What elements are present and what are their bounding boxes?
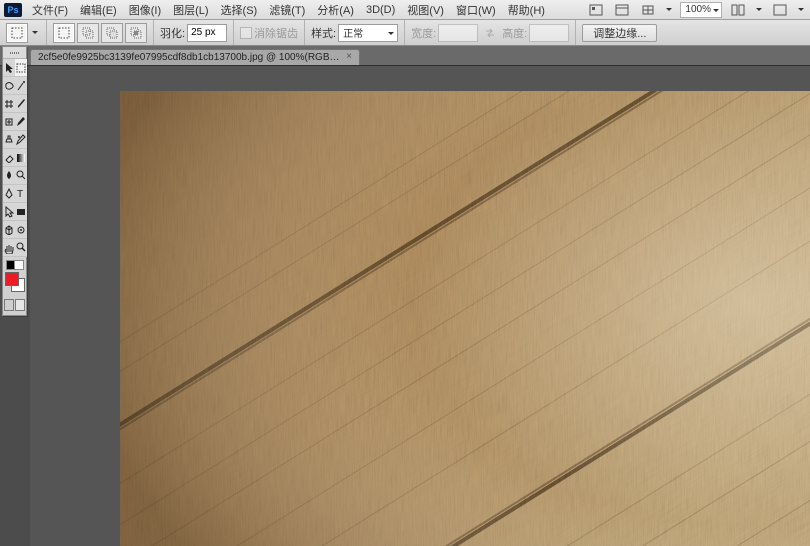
zoom-level-select[interactable]: 100% [680, 2, 722, 18]
quickmask-toggle[interactable] [3, 299, 26, 311]
spot-healing-tool[interactable] [3, 113, 15, 131]
menu-bar: Ps 文件(F) 编辑(E) 图像(I) 图层(L) 选择(S) 滤镜(T) 分… [0, 0, 810, 20]
color-swatches [3, 257, 26, 295]
dodge-tool[interactable] [15, 167, 27, 185]
arrange-documents-icon[interactable] [728, 2, 748, 18]
feather-input[interactable] [187, 24, 227, 42]
foreground-color-swatch[interactable] [5, 272, 19, 286]
rectangle-shape-tool[interactable] [15, 203, 27, 221]
app-logo: Ps [4, 3, 22, 17]
path-select-tool[interactable] [3, 203, 15, 221]
type-tool[interactable]: T [15, 185, 27, 203]
view-extras-icon[interactable] [638, 2, 658, 18]
menu-3d[interactable]: 3D(D) [364, 4, 397, 16]
screen-mode-menu[interactable] [796, 0, 806, 20]
intersect-selection-icon[interactable] [125, 23, 147, 43]
antialias-checkbox [240, 27, 252, 39]
default-colors-icon[interactable] [6, 260, 24, 270]
menu-filter[interactable]: 滤镜(T) [267, 2, 307, 18]
menu-layer[interactable]: 图层(L) [171, 2, 210, 18]
3d-object-tool[interactable] [3, 221, 15, 239]
crop-tool[interactable] [3, 95, 15, 113]
screen-mode-icon[interactable] [770, 2, 790, 18]
menu-file[interactable]: 文件(F) [30, 2, 70, 18]
menu-image[interactable]: 图像(I) [127, 2, 163, 18]
document-tab-title: 2cf5e0fe9925bc3139fe07995cdf8db1cb13700b… [38, 52, 353, 63]
tool-preset-menu[interactable] [30, 23, 40, 43]
eraser-tool[interactable] [3, 149, 15, 167]
clone-stamp-tool[interactable] [3, 131, 15, 149]
marquee-tool[interactable] [15, 59, 27, 77]
tool-grid: T [3, 59, 26, 257]
menu-view[interactable]: 视图(V) [405, 2, 446, 18]
menu-window[interactable]: 窗口(W) [454, 2, 498, 18]
arrange-documents-menu[interactable] [754, 0, 764, 20]
workspace: T 2cf5e0fe9925bc3139fe07995cdf8db1cb1370… [0, 46, 810, 546]
menubar-right: 100% [586, 0, 806, 20]
document-tab[interactable]: 2cf5e0fe9925bc3139fe07995cdf8db1cb13700b… [30, 49, 360, 65]
swap-width-height-icon [480, 25, 500, 41]
blur-tool[interactable] [3, 167, 15, 185]
add-to-selection-icon[interactable] [77, 23, 99, 43]
view-extras-menu[interactable] [664, 0, 674, 20]
width-input [438, 24, 478, 42]
menu-edit[interactable]: 编辑(E) [78, 2, 119, 18]
hand-tool[interactable] [3, 239, 15, 257]
eyedropper-tool[interactable] [15, 95, 27, 113]
style-select[interactable]: 正常 [338, 24, 398, 42]
new-selection-icon[interactable] [53, 23, 75, 43]
refine-edge-button[interactable]: 调整边缘... [582, 24, 657, 42]
antialias-label: 消除锯齿 [254, 25, 298, 41]
tool-palette: T [2, 46, 27, 316]
svg-text:T: T [17, 189, 23, 199]
launch-minibridge-icon[interactable] [612, 2, 632, 18]
pen-tool[interactable] [3, 185, 15, 203]
height-label: 高度: [502, 25, 527, 41]
document-tab-bar: 2cf5e0fe9925bc3139fe07995cdf8db1cb13700b… [0, 46, 810, 66]
width-label: 宽度: [411, 25, 436, 41]
options-bar: 羽化: 消除锯齿 样式: 正常 宽度: 高度: 调整边缘... [0, 20, 810, 46]
close-icon[interactable]: × [344, 52, 354, 62]
brush-tool[interactable] [15, 113, 27, 131]
magic-wand-tool[interactable] [15, 77, 27, 95]
canvas-area[interactable] [30, 66, 810, 546]
menu-analysis[interactable]: 分析(A) [315, 2, 356, 18]
3d-camera-tool[interactable] [15, 221, 27, 239]
height-input [529, 24, 569, 42]
subtract-from-selection-icon[interactable] [101, 23, 123, 43]
history-brush-tool[interactable] [15, 131, 27, 149]
current-tool-preset-icon[interactable] [6, 23, 28, 43]
menu-select[interactable]: 选择(S) [219, 2, 260, 18]
zoom-tool[interactable] [15, 239, 27, 257]
document-canvas[interactable] [120, 91, 810, 546]
tool-palette-grip[interactable] [3, 47, 26, 59]
menu-help[interactable]: 帮助(H) [506, 2, 547, 18]
gradient-tool[interactable] [15, 149, 27, 167]
launch-bridge-icon[interactable] [586, 2, 606, 18]
feather-label: 羽化: [160, 25, 185, 41]
style-label: 样式: [311, 25, 336, 41]
move-tool[interactable] [3, 59, 15, 77]
lasso-tool[interactable] [3, 77, 15, 95]
